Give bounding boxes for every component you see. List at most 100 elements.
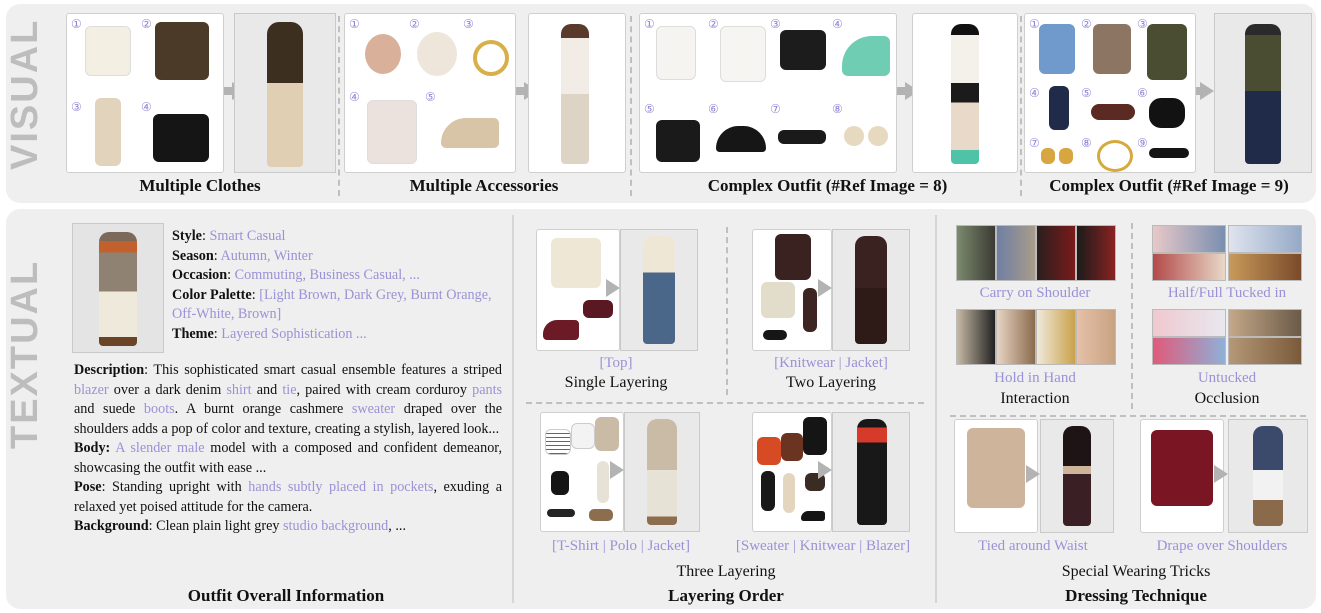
outfit9-model-image — [1214, 13, 1312, 173]
marker-4: ④ — [141, 100, 152, 114]
clothes-model-image — [234, 13, 336, 173]
arrow-icon — [818, 279, 832, 297]
occasion-value: Commuting, Business Casual, ... — [234, 267, 420, 283]
marker-4: ④ — [832, 17, 843, 31]
knit-top-image — [551, 238, 601, 288]
outfit-info-caption: Outfit Overall Information — [187, 586, 385, 605]
gold-earrings-image — [1059, 148, 1073, 164]
outfit8-model-image — [912, 13, 1018, 173]
drape-label: Drape over Shoulders — [1156, 538, 1288, 554]
outfit-attributes: Style: Smart Casual Season: Autumn, Wint… — [172, 227, 502, 344]
marker-2: ② — [708, 17, 719, 31]
boots-image — [589, 509, 613, 521]
untucked-photo — [1152, 337, 1226, 365]
accessories-reference-card: ① ② ③ ④ ⑤ — [344, 13, 516, 173]
section-divider — [512, 215, 514, 603]
gold-ring-image — [473, 40, 509, 76]
model-figure — [1063, 426, 1091, 526]
untucked-tiles — [1152, 309, 1302, 365]
black-bag-image — [153, 114, 209, 162]
hold-photo — [1036, 309, 1076, 365]
leather-shorts-image — [780, 30, 826, 70]
model-figure — [951, 24, 979, 164]
model-figure — [267, 22, 303, 167]
loafers-image — [763, 330, 787, 340]
model-figure — [1253, 426, 1283, 526]
tucked-label: Half/Full Tucked in — [1167, 285, 1287, 301]
visual-panel: VISUAL ① ② ③ ④ Multiple Clothes ① ② ③ ④ … — [4, 4, 1316, 203]
marker-3: ③ — [71, 100, 82, 114]
inner-divider — [526, 402, 924, 404]
arrow-icon — [610, 461, 624, 479]
marker-6: ⑥ — [1137, 86, 1148, 100]
palette-label: Color Palette — [172, 286, 252, 303]
description-text: . A burnt orange cashmere — [174, 401, 344, 417]
marker-2: ② — [409, 17, 420, 31]
section-divider — [1020, 16, 1022, 196]
marker-8: ⑧ — [832, 102, 843, 116]
section-divider — [935, 215, 937, 603]
belt-image — [547, 509, 575, 517]
three-layer-a-tag: [T-Shirt | Polo | Jacket] — [552, 538, 690, 554]
mint-heels-image — [842, 36, 890, 76]
marker-1: ① — [71, 17, 82, 31]
style-value: Smart Casual — [209, 228, 286, 244]
tucked-photo — [1228, 225, 1302, 253]
croc-bag-image — [656, 120, 700, 162]
pose-keyword: hands subtly placed in pockets — [248, 479, 434, 495]
marker-7: ⑦ — [1029, 136, 1040, 150]
marker-6: ⑥ — [708, 102, 719, 116]
background-keyword: studio background — [283, 518, 389, 534]
carry-photo — [996, 225, 1036, 281]
untucked-photo — [1228, 337, 1302, 365]
style-row: Style: Smart Casual — [172, 228, 286, 244]
marker-2: ② — [1081, 17, 1092, 31]
season-row: Season: Autumn, Winter — [172, 247, 313, 264]
wearing-tricks-label: Special Wearing Tricks — [1061, 563, 1211, 580]
boots-keyword: boots — [143, 401, 175, 417]
description-label: Description — [74, 362, 145, 378]
three-layer-a-model — [624, 412, 700, 532]
pearl-earrings-image — [844, 126, 864, 146]
polo-shirt-image — [85, 26, 131, 76]
single-layer-label: Single Layering — [564, 374, 668, 391]
single-layer-model — [620, 229, 698, 351]
dark-jacket-image — [775, 234, 811, 280]
pants-image — [597, 461, 609, 503]
drape-ref — [1140, 419, 1224, 533]
jacket-image — [595, 417, 619, 451]
knitwear-image — [781, 433, 803, 461]
arrow-icon — [1200, 82, 1214, 100]
pose-text: Standing upright with — [112, 479, 242, 495]
body-label: Body: — [74, 440, 111, 456]
tucked-photo — [1228, 253, 1302, 281]
accessories-model-image — [528, 13, 626, 173]
background-text: , ... — [388, 518, 406, 534]
heels-image — [543, 320, 579, 340]
layering-order-caption: Layering Order — [668, 586, 784, 605]
model-figure — [857, 419, 887, 525]
model-figure — [855, 236, 887, 344]
multiple-accessories-caption: Multiple Accessories — [409, 176, 559, 195]
knit-sweater-image — [761, 282, 795, 318]
gold-earrings-image — [1041, 148, 1055, 164]
gold-chain-image — [1097, 140, 1133, 172]
occlusion-label: Occlusion — [1194, 390, 1260, 407]
pouch-bag-image — [1149, 98, 1185, 128]
heels-image — [801, 511, 825, 521]
three-layer-b-tag: [Sweater | Knitwear | Blazer] — [735, 538, 911, 554]
hold-in-hand-label: Hold in Hand — [994, 370, 1076, 386]
cardigan-image — [967, 428, 1025, 508]
dressing-technique-caption: Dressing Technique — [1065, 586, 1207, 605]
clutch-image — [583, 300, 613, 318]
marker-5: ⑤ — [644, 102, 655, 116]
pants-keyword: pants — [472, 381, 503, 398]
single-layer-tag: [Top] — [599, 355, 633, 371]
bowler-hat-image — [716, 126, 766, 152]
model-figure — [647, 419, 677, 525]
three-layer-label: Three Layering — [676, 563, 776, 580]
marker-3: ③ — [463, 17, 474, 31]
marker-4: ④ — [1029, 86, 1040, 100]
carry-photo — [956, 225, 996, 281]
two-layer-label: Two Layering — [786, 374, 876, 391]
